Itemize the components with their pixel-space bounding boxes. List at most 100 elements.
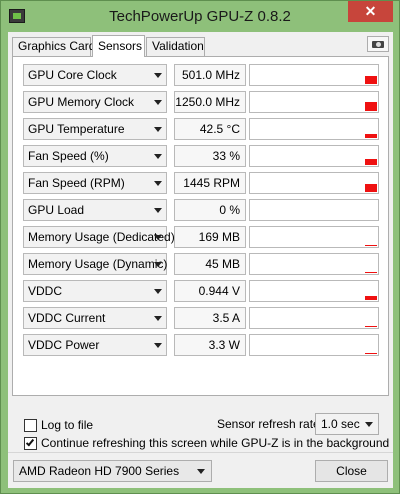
refresh-rate-value: 1.0 sec [321,417,360,431]
chevron-down-icon [154,316,162,321]
sensor-graph-bar [365,326,377,327]
tab-validation[interactable]: Validation [146,37,205,56]
chevron-down-icon [154,127,162,132]
sensor-value: 45 MB [174,253,246,275]
window-title: TechPowerUp GPU-Z 0.8.2 [109,8,291,25]
refresh-rate-label: Sensor refresh rate: [217,417,324,431]
sensor-graph-bar [365,76,377,84]
sensor-name: GPU Core Clock [28,68,117,82]
title-bar[interactable]: TechPowerUp GPU-Z 0.8.2 ✕ [1,1,399,33]
chevron-down-icon [154,154,162,159]
log-to-file-label: Log to file [41,418,94,432]
sensor-graph [249,64,379,86]
sensor-name-select[interactable]: VDDC Current [23,307,167,329]
sensor-graph [249,118,379,140]
sensor-name-select[interactable]: Fan Speed (%) [23,145,167,167]
sensor-graph-bar [365,272,377,273]
gpu-select-value: AMD Radeon HD 7900 Series [19,464,180,478]
gpu-select[interactable]: AMD Radeon HD 7900 Series [13,460,212,482]
chevron-down-icon [154,343,162,348]
sensor-name-select[interactable]: VDDC [23,280,167,302]
sensor-row: GPU Load 0 % [23,199,379,221]
sensor-graph [249,145,379,167]
sensor-graph [249,307,379,329]
sensor-row: Fan Speed (RPM) 1445 RPM [23,172,379,194]
log-to-file-checkbox[interactable] [24,419,37,432]
sensor-row: VDDC Current 3.5 A [23,307,379,329]
sensor-graph [249,226,379,248]
sensor-name-select[interactable]: Memory Usage (Dynamic) [23,253,167,275]
chevron-down-icon [154,73,162,78]
camera-icon[interactable] [367,36,389,52]
sensor-name: GPU Memory Clock [28,95,135,109]
sensor-row: Memory Usage (Dynamic) 45 MB [23,253,379,275]
chevron-down-icon [154,235,162,240]
sensor-graph [249,91,379,113]
chevron-down-icon [365,422,373,427]
sensor-name: GPU Temperature [28,122,125,136]
refresh-rate-select[interactable]: 1.0 sec [315,413,379,435]
sensor-row: GPU Temperature 42.5 °C [23,118,379,140]
sensor-value: 0 % [174,199,246,221]
continue-refresh-checkbox[interactable] [24,437,37,450]
sensor-value: 1445 RPM [174,172,246,194]
sensor-value: 169 MB [174,226,246,248]
sensor-graph-bar [365,159,377,165]
sensor-graph [249,280,379,302]
chevron-down-icon [197,469,205,474]
chevron-down-icon [154,181,162,186]
sensor-name-select[interactable]: GPU Temperature [23,118,167,140]
sensor-name: VDDC [28,284,63,298]
sensor-name: Memory Usage (Dynamic) [28,257,168,271]
checkmark-icon [25,437,35,447]
sensor-name: Fan Speed (%) [28,149,109,163]
chevron-down-icon [154,289,162,294]
sensor-name-select[interactable]: Memory Usage (Dedicated) [23,226,175,248]
sensor-graph [249,334,379,356]
sensor-name-select[interactable]: Fan Speed (RPM) [23,172,167,194]
sensors-panel: GPU Core Clock 501.0 MHz GPU Memory Clock 1… [12,56,389,396]
sensor-name-select[interactable]: GPU Load [23,199,167,221]
continue-refresh-label: Continue refreshing this screen while GP… [41,436,390,450]
sensor-graph-bar [365,184,377,192]
sensor-row: GPU Core Clock 501.0 MHz [23,64,379,86]
chevron-down-icon [154,262,162,267]
sensor-graph [249,172,379,194]
sensor-name-select[interactable]: GPU Core Clock [23,64,167,86]
sensor-row: Fan Speed (%) 33 % [23,145,379,167]
sensor-graph-bar [365,353,377,354]
sensor-row: Memory Usage (Dedicated) 169 MB [23,226,379,248]
sensor-name: GPU Load [28,203,85,217]
sensor-row: VDDC 0.944 V [23,280,379,302]
sensor-value: 1250.0 MHz [174,91,246,113]
client-area: Graphics Card Sensors Validation GPU Cor… [8,32,393,488]
sensor-graph-bar [365,134,377,138]
sensor-name: Fan Speed (RPM) [28,176,125,190]
close-button[interactable]: Close [315,460,388,482]
sensor-row: VDDC Power 3.3 W [23,334,379,356]
sensor-value: 42.5 °C [174,118,246,140]
sensor-value: 33 % [174,145,246,167]
chevron-down-icon [154,208,162,213]
tab-graphics-card[interactable]: Graphics Card [12,37,95,56]
window-close-button[interactable]: ✕ [348,1,393,22]
sensor-graph-bar [365,245,377,246]
sensor-graph-bar [365,296,377,300]
sensor-row: GPU Memory Clock 1250.0 MHz [23,91,379,113]
sensor-graph [249,199,379,221]
sensor-graph-bar [365,102,377,111]
gpu-z-window: TechPowerUp GPU-Z 0.8.2 ✕ Graphics Card … [0,0,400,494]
sensor-name: VDDC Power [28,338,100,352]
sensor-name-select[interactable]: GPU Memory Clock [23,91,167,113]
sensor-value: 3.5 A [174,307,246,329]
sensor-graph [249,253,379,275]
chevron-down-icon [154,100,162,105]
tab-sensors[interactable]: Sensors [92,35,145,57]
sensor-value: 3.3 W [174,334,246,356]
sensor-name: Memory Usage (Dedicated) [28,230,175,244]
sensor-name: VDDC Current [28,311,106,325]
divider [8,452,393,453]
sensor-value: 501.0 MHz [174,64,246,86]
sensor-name-select[interactable]: VDDC Power [23,334,167,356]
sensor-value: 0.944 V [174,280,246,302]
